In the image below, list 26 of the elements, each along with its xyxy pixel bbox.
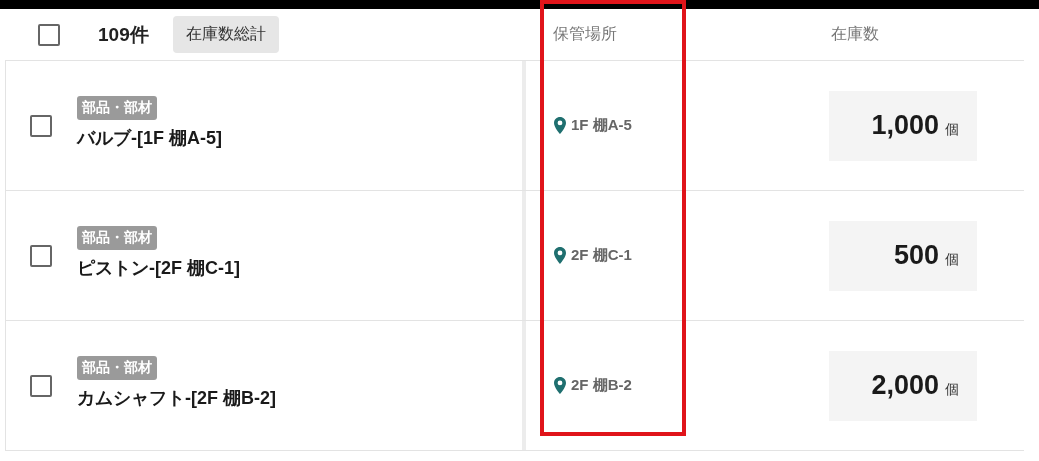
category-tag: 部品・部材 [77,225,157,250]
item-name: バルブ-[1F 棚A-5] [77,126,222,150]
select-all-checkbox[interactable] [38,23,60,46]
column-header: 在庫数 [830,24,880,44]
category-tag: 部品・部材 [77,95,157,120]
item-name: ピストン-[2F 棚C-1] [77,256,240,280]
stock-quantity: 1,000 [871,110,939,141]
stock-quantity: 500 [893,240,939,271]
stock-quantity: 2,000 [871,370,939,401]
stock-total-button[interactable]: 在庫数総計 [172,16,279,53]
item-count: 109件 [98,22,149,47]
unit-label: 個 [945,250,959,269]
item-name: カムシャフト-[2F 棚B-2] [77,386,276,410]
row-checkbox[interactable] [30,374,52,397]
location-pin-icon [554,117,566,134]
location-pin-icon [554,247,566,264]
category-tag: 部品・部材 [77,355,157,380]
unit-label: 個 [945,120,959,139]
row-checkbox[interactable] [30,244,52,267]
storage-location: 2F 棚B-2 [571,376,632,395]
storage-location: 1F 棚A-5 [571,116,632,135]
unit-label: 個 [945,380,959,399]
location-pin-icon [554,377,566,394]
row-checkbox[interactable] [30,114,52,137]
storage-location: 2F 棚C-1 [571,246,632,265]
column-header: 保管場所 [552,24,618,44]
